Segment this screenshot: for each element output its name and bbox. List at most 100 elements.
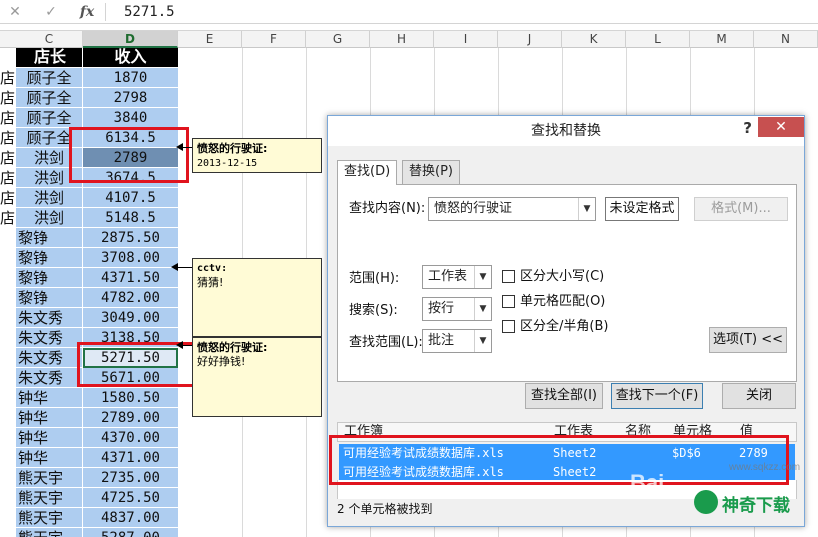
column-header-g[interactable]: G xyxy=(306,31,370,48)
cell-a[interactable]: 店 xyxy=(0,68,16,88)
cell-a[interactable] xyxy=(0,448,16,468)
cell-income[interactable]: 2875.50 xyxy=(83,228,178,248)
cell-income[interactable]: 4370.00 xyxy=(83,428,178,448)
cell-a[interactable]: 店 xyxy=(0,128,16,148)
cell-manager[interactable]: 洪剑 xyxy=(16,188,83,208)
column-header-c[interactable]: C xyxy=(16,31,83,48)
column-header-m[interactable]: M xyxy=(690,31,754,48)
match-case-checkbox[interactable] xyxy=(502,270,515,283)
cell-manager[interactable]: 黎铮 xyxy=(16,228,83,248)
find-all-button[interactable]: 查找全部(I) xyxy=(525,383,603,409)
header-cell-income[interactable]: 收入 xyxy=(83,48,178,68)
cell-a[interactable] xyxy=(0,508,16,528)
cell-income[interactable]: 3708.00 xyxy=(83,248,178,268)
cell-a[interactable] xyxy=(0,328,16,348)
cell-a[interactable] xyxy=(0,288,16,308)
match-byte-checkbox[interactable] xyxy=(502,320,515,333)
cell-a[interactable] xyxy=(0,468,16,488)
cell-manager[interactable]: 钟华 xyxy=(16,428,83,448)
cell-income[interactable]: 2789.00 xyxy=(83,408,178,428)
find-next-button[interactable]: 查找下一个(F) xyxy=(611,383,703,409)
fx-icon[interactable]: fx xyxy=(76,2,98,22)
column-header-k[interactable]: K xyxy=(562,31,626,48)
close-button[interactable]: 关闭 xyxy=(722,383,796,409)
cell-income[interactable]: 1870 xyxy=(83,68,178,88)
cell-manager[interactable]: 黎铮 xyxy=(16,268,83,288)
find-what-input[interactable]: 愤怒的行驶证 ▼ xyxy=(428,197,596,221)
cell-manager[interactable]: 黎铮 xyxy=(16,288,83,308)
cell-manager[interactable]: 顾子全 xyxy=(16,68,83,88)
cell-income[interactable]: 2798 xyxy=(83,88,178,108)
cell-income[interactable]: 4371.50 xyxy=(83,268,178,288)
cell-income[interactable]: 5287.00 xyxy=(83,528,178,537)
column-header-l[interactable]: L xyxy=(626,31,690,48)
cell-income[interactable]: 4371.00 xyxy=(83,448,178,468)
cell-income[interactable]: 4725.50 xyxy=(83,488,178,508)
close-icon[interactable]: ✕ xyxy=(758,117,804,137)
cell-a[interactable] xyxy=(0,428,16,448)
column-header-h[interactable]: H xyxy=(370,31,434,48)
cell-a[interactable] xyxy=(0,408,16,428)
cell-a[interactable] xyxy=(0,528,16,537)
column-header-d[interactable]: D xyxy=(83,31,178,48)
cell-income[interactable]: 2735.00 xyxy=(83,468,178,488)
cell-a[interactable] xyxy=(0,368,16,388)
help-icon[interactable]: ? xyxy=(743,119,752,137)
cell-manager[interactable]: 钟华 xyxy=(16,448,83,468)
cell-a[interactable] xyxy=(0,248,16,268)
column-header-e[interactable]: E xyxy=(178,31,242,48)
cell-manager[interactable]: 熊天宇 xyxy=(16,528,83,537)
look-in-select[interactable]: 批注 ▼ xyxy=(422,329,492,353)
cell-a[interactable] xyxy=(0,388,16,408)
cell-manager[interactable]: 熊天宇 xyxy=(16,488,83,508)
column-header-f[interactable]: F xyxy=(242,31,306,48)
cell-manager[interactable]: 钟华 xyxy=(16,388,83,408)
cell-manager[interactable]: 熊天宇 xyxy=(16,468,83,488)
cell-a[interactable]: 店 xyxy=(0,108,16,128)
comment-box-2[interactable]: cctv: 猜猜! xyxy=(192,258,322,337)
cell-a[interactable] xyxy=(0,268,16,288)
cell-income[interactable]: 3049.00 xyxy=(83,308,178,328)
column-header-i[interactable]: I xyxy=(434,31,498,48)
cell-income[interactable]: 4782.00 xyxy=(83,288,178,308)
cell-manager[interactable]: 朱文秀 xyxy=(16,328,83,348)
cell-a[interactable]: 店 xyxy=(0,168,16,188)
cell-income[interactable]: 1580.50 xyxy=(83,388,178,408)
cell-a[interactable]: 店 xyxy=(0,88,16,108)
cell-income[interactable]: 4837.00 xyxy=(83,508,178,528)
cell-a[interactable]: 店 xyxy=(0,208,16,228)
cell-a[interactable] xyxy=(0,308,16,328)
cell-income[interactable]: 3840 xyxy=(83,108,178,128)
cell-manager[interactable]: 熊天宇 xyxy=(16,508,83,528)
scope-select[interactable]: 工作表 ▼ xyxy=(422,265,492,289)
chevron-down-icon[interactable]: ▼ xyxy=(474,298,491,320)
cell-a[interactable] xyxy=(0,228,16,248)
cell-manager[interactable]: 朱文秀 xyxy=(16,368,83,388)
tab-find[interactable]: 查找(D) xyxy=(337,160,398,185)
search-order-select[interactable]: 按行 ▼ xyxy=(422,297,492,321)
cell-a[interactable]: 店 xyxy=(0,148,16,168)
cell-a[interactable] xyxy=(0,488,16,508)
chevron-down-icon[interactable]: ▼ xyxy=(474,266,491,288)
cell-manager[interactable]: 洪剑 xyxy=(16,208,83,228)
tab-replace[interactable]: 替换(P) xyxy=(402,160,460,184)
cell-manager[interactable]: 钟华 xyxy=(16,408,83,428)
cell-manager[interactable]: 朱文秀 xyxy=(16,348,83,368)
cell-manager[interactable]: 顾子全 xyxy=(16,88,83,108)
chevron-down-icon[interactable]: ▼ xyxy=(474,330,491,352)
column-header-j[interactable]: J xyxy=(498,31,562,48)
cell-manager[interactable]: 顾子全 xyxy=(16,108,83,128)
header-cell-manager[interactable]: 店长 xyxy=(16,48,83,68)
cell-manager[interactable]: 黎铮 xyxy=(16,248,83,268)
options-button[interactable]: 选项(T) << xyxy=(709,327,787,353)
chevron-down-icon[interactable]: ▼ xyxy=(578,198,595,220)
column-header-n[interactable]: N xyxy=(754,31,818,48)
cancel-icon[interactable]: ✕ xyxy=(4,2,26,22)
cell-manager[interactable]: 朱文秀 xyxy=(16,308,83,328)
comment-box-1[interactable]: 愤怒的行驶证: 2013-12-15 xyxy=(192,138,322,173)
comment-box-3[interactable]: 愤怒的行驶证: 好好挣钱! xyxy=(192,337,322,417)
cell-income[interactable]: 4107.5 xyxy=(83,188,178,208)
match-cell-checkbox[interactable] xyxy=(502,295,515,308)
cell-income[interactable]: 5148.5 xyxy=(83,208,178,228)
format-button[interactable]: 格式(M)... xyxy=(694,197,788,221)
